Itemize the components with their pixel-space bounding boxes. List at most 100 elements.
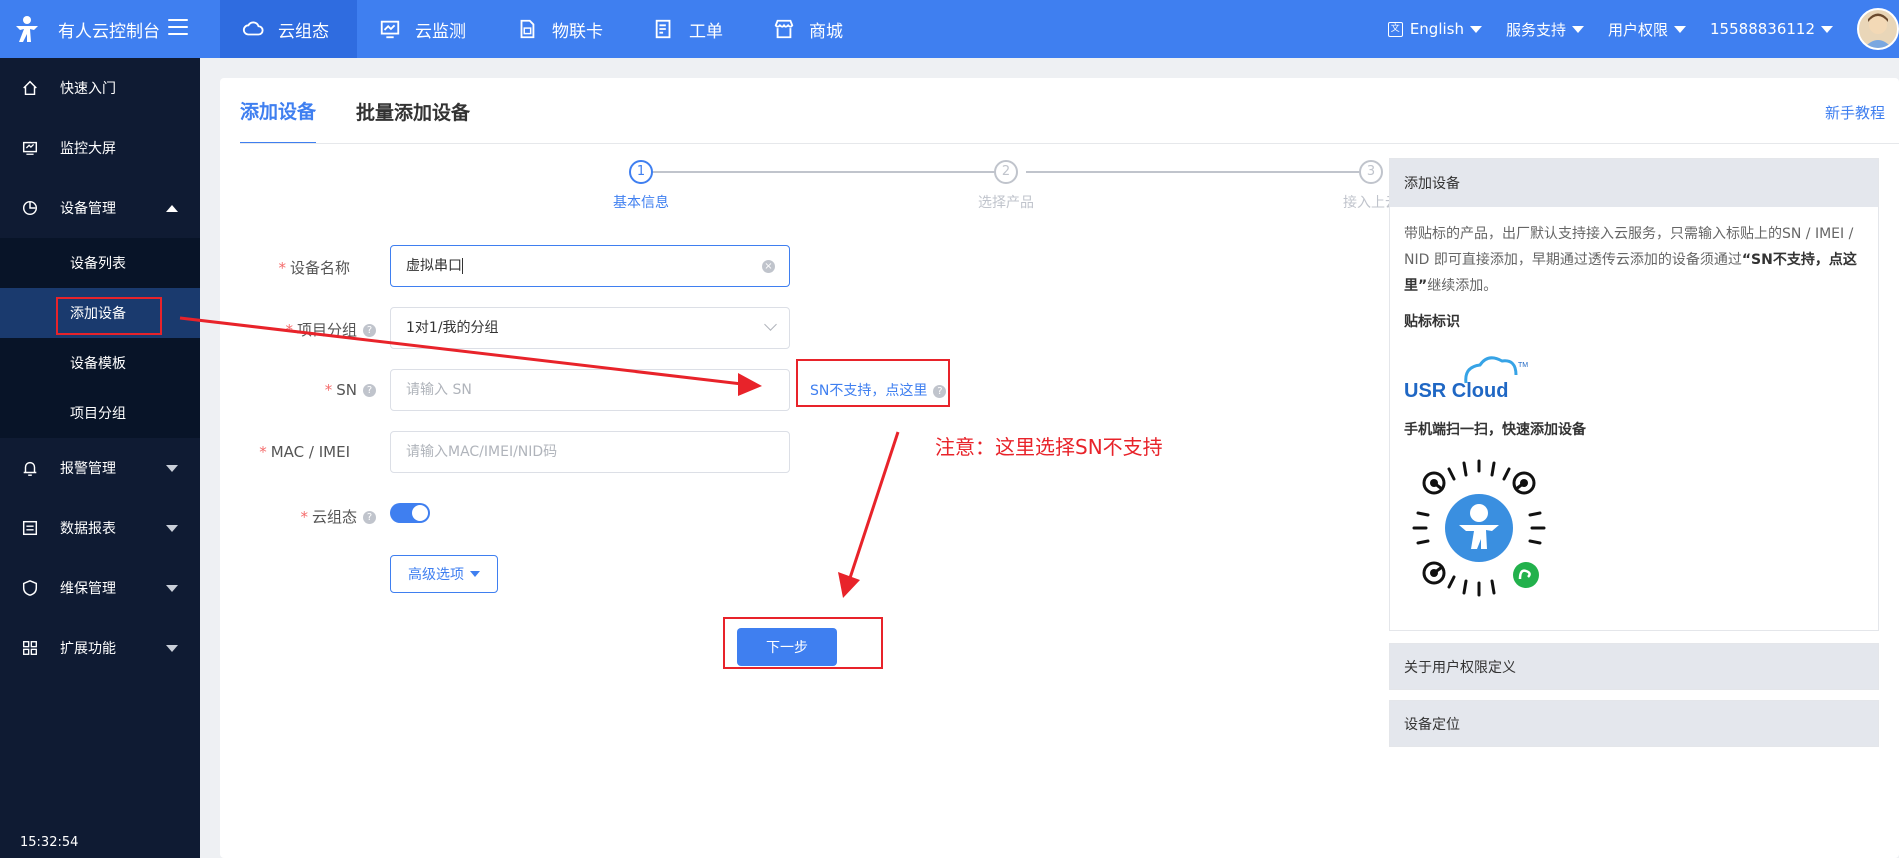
device-name-value: 虚拟串口 xyxy=(406,258,462,274)
account-label: 15588836112 xyxy=(1710,20,1815,38)
advanced-options-button[interactable]: 高级选项 xyxy=(390,555,498,593)
cloud-config-label: * 云组态? xyxy=(300,506,376,527)
sim-card-icon xyxy=(516,18,538,40)
help-panel-title[interactable]: 添加设备 xyxy=(1390,159,1878,207)
step-basic-info: 1 基本信息 xyxy=(581,160,701,212)
brand[interactable]: 有人云控制台 xyxy=(10,0,220,58)
nav-iot-card[interactable]: 物联卡 xyxy=(494,0,631,58)
step-number: 2 xyxy=(994,160,1018,184)
help-panel-add-device: 添加设备 带贴标的产品，出厂默认支持接入云服务，只需输入标贴上的SN / IME… xyxy=(1389,158,1879,631)
help-panel-body: 带贴标的产品，出厂默认支持接入云服务，只需输入标贴上的SN / IMEI / N… xyxy=(1390,207,1878,603)
nav-ticket[interactable]: 工单 xyxy=(631,0,751,58)
sn-placeholder: 请输入 SN xyxy=(406,382,472,398)
sidebar-item-maintenance[interactable]: 维保管理 xyxy=(0,558,200,618)
chevron-up-icon xyxy=(166,205,178,212)
tab-batch-add-device[interactable]: 批量添加设备 xyxy=(356,78,470,144)
mac-imei-placeholder: 请输入MAC/IMEI/NID码 xyxy=(406,444,558,460)
nav-label: 云监测 xyxy=(415,21,466,42)
scan-title: 手机端扫一扫，快速添加设备 xyxy=(1404,422,1586,438)
annotation-box-sn-unsupported xyxy=(796,359,950,407)
help-icon: ? xyxy=(363,384,376,397)
tab-add-device[interactable]: 添加设备 xyxy=(240,78,317,144)
sidebar-item-label: 快速入门 xyxy=(60,81,116,97)
help-panel-location: 设备定位 xyxy=(1389,700,1879,747)
tab-bar: 添加设备 批量添加设备 xyxy=(240,78,510,144)
mac-imei-input[interactable]: 请输入MAC/IMEI/NID码 xyxy=(390,431,790,473)
language-switch[interactable]: 文 English xyxy=(1387,20,1482,38)
permissions-menu[interactable]: 用户权限 xyxy=(1608,19,1687,40)
nav-cloud-config[interactable]: 云组态 xyxy=(220,0,357,58)
help-panel-permissions-title[interactable]: 关于用户权限定义 xyxy=(1390,644,1878,689)
screen-icon xyxy=(20,138,40,158)
ticket-icon xyxy=(653,18,675,40)
top-nav: 云组态 云监测 物联卡 工单 商城 xyxy=(220,0,871,58)
sidebar-item-device-management[interactable]: 设备管理 xyxy=(0,178,200,238)
label-title: 贴标标识 xyxy=(1404,314,1460,330)
sidebar-item-label: 监控大屏 xyxy=(60,141,116,157)
help-panel-location-title[interactable]: 设备定位 xyxy=(1390,701,1878,746)
cloud-config-toggle[interactable] xyxy=(390,503,430,523)
project-group-label: * 项目分组? xyxy=(285,319,376,340)
project-group-value: 1对1/我的分组 xyxy=(406,320,499,336)
home-icon xyxy=(20,78,40,98)
device-name-label: * 设备名称 xyxy=(278,259,350,277)
chevron-down-icon xyxy=(1821,25,1833,33)
cloud-config-row: * 云组态? xyxy=(0,494,376,536)
apps-icon xyxy=(20,638,40,658)
permissions-label: 用户权限 xyxy=(1608,20,1669,39)
step-label: 选择产品 xyxy=(978,195,1034,211)
usr-logo-icon xyxy=(10,12,44,46)
tab-divider xyxy=(240,143,1899,144)
language-label: English xyxy=(1409,20,1464,38)
sn-row: * SN? xyxy=(0,369,376,411)
mac-imei-row: * MAC / IMEI xyxy=(0,431,350,473)
device-name-input[interactable]: 虚拟串口 × xyxy=(390,245,790,287)
account-menu[interactable]: 15588836112 xyxy=(1710,20,1833,38)
svg-text:USR Cloud: USR Cloud xyxy=(1404,380,1508,402)
menu-toggle-icon[interactable] xyxy=(168,19,188,37)
sn-input[interactable]: 请输入 SN xyxy=(390,369,790,411)
cloud-icon xyxy=(242,18,264,40)
step-select-product: 2 选择产品 xyxy=(946,160,1066,212)
step-number: 1 xyxy=(629,160,653,184)
annotation-box-add-device xyxy=(56,297,162,335)
help-icon: ? xyxy=(363,511,376,524)
nav-label: 云组态 xyxy=(278,21,329,42)
svg-text:TM: TM xyxy=(1518,362,1528,369)
chevron-down-icon xyxy=(166,645,178,652)
monitor-chart-icon xyxy=(379,18,401,40)
tutorial-link[interactable]: 新手教程 xyxy=(1825,102,1885,123)
help-desc: 带贴标的产品，出厂默认支持接入云服务，只需输入标贴上的SN / IMEI / N… xyxy=(1404,226,1857,294)
mini-program-qr-code[interactable] xyxy=(1404,453,1554,603)
step-number: 3 xyxy=(1359,160,1383,184)
sidebar-item-label: 设备管理 xyxy=(60,201,116,217)
clock-text: 15:32:54 xyxy=(20,835,79,850)
sidebar-item-extensions[interactable]: 扩展功能 xyxy=(0,618,200,678)
sidebar-item-quickstart[interactable]: 快速入门 xyxy=(0,58,200,118)
top-bar: 有人云控制台 云组态 云监测 物联卡 工单 商城 文 English 服务支持 … xyxy=(0,0,1899,58)
nav-shop[interactable]: 商城 xyxy=(751,0,871,58)
clear-icon[interactable]: × xyxy=(762,260,775,273)
nav-cloud-monitor[interactable]: 云监测 xyxy=(357,0,494,58)
chevron-down-icon xyxy=(470,571,480,577)
shield-icon xyxy=(20,578,40,598)
nav-label: 物联卡 xyxy=(552,21,603,42)
avatar[interactable] xyxy=(1857,8,1899,50)
support-menu[interactable]: 服务支持 xyxy=(1506,19,1584,40)
project-group-select[interactable]: 1对1/我的分组 xyxy=(390,307,790,349)
help-icon: ? xyxy=(363,324,376,337)
sidebar-item-dashboard[interactable]: 监控大屏 xyxy=(0,118,200,178)
chevron-down-icon xyxy=(1572,25,1584,33)
step-indicator: 1 基本信息 2 选择产品 3 接入上云 xyxy=(220,160,1399,220)
top-right-menu: 文 English 服务支持 用户权限 15588836112 xyxy=(1387,0,1899,58)
device-icon xyxy=(20,198,40,218)
step-label: 基本信息 xyxy=(613,195,669,211)
mac-imei-label: * MAC / IMEI xyxy=(259,443,350,461)
brand-title: 有人云控制台 xyxy=(58,21,160,42)
translate-icon: 文 xyxy=(1387,21,1403,37)
help-panel-permissions: 关于用户权限定义 xyxy=(1389,643,1879,690)
nav-label: 工单 xyxy=(689,21,723,42)
annotation-note: 注意：这里选择SN不支持 xyxy=(935,435,1163,459)
sidebar-item-label: 扩展功能 xyxy=(60,641,116,657)
chevron-down-icon xyxy=(1674,25,1687,33)
